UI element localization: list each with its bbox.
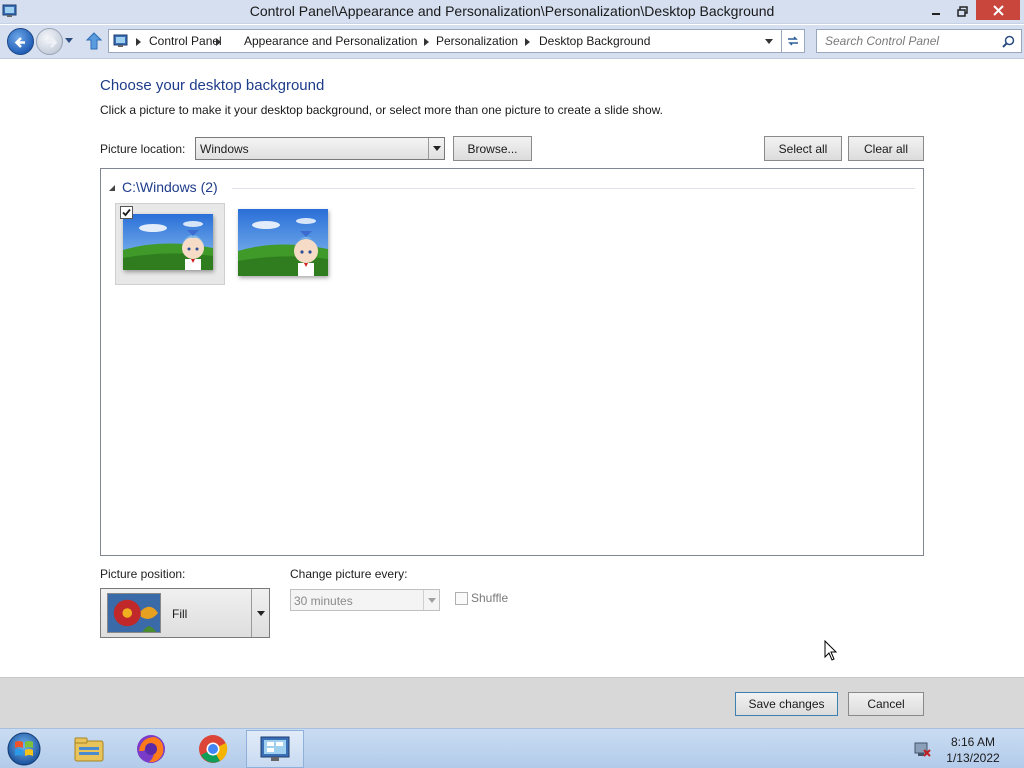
cancel-button[interactable]: Cancel xyxy=(848,692,924,716)
window-title: Control Panel\Appearance and Personaliza… xyxy=(249,3,775,19)
breadcrumb-appearance-personalization[interactable]: Appearance and Personalization xyxy=(244,34,417,48)
restore-button[interactable] xyxy=(950,0,974,22)
shuffle-checkbox xyxy=(455,592,468,605)
forward-arrow-icon xyxy=(47,37,58,48)
dropdown-arrow[interactable] xyxy=(251,589,269,637)
breadcrumb-personalization[interactable]: Personalization xyxy=(436,34,518,48)
breadcrumb-desktop-background[interactable]: Desktop Background xyxy=(539,34,650,48)
back-button[interactable] xyxy=(7,28,34,55)
control-panel-icon xyxy=(260,736,290,761)
breadcrumb-separator-icon[interactable] xyxy=(525,38,530,46)
wallpaper-thumbnail-image xyxy=(123,214,213,270)
start-button[interactable] xyxy=(4,730,44,768)
browse-button[interactable]: Browse... xyxy=(453,136,532,161)
back-arrow-icon xyxy=(14,37,25,48)
breadcrumb-separator-icon[interactable] xyxy=(136,38,141,46)
wallpaper-thumbnail-image xyxy=(238,209,328,276)
taskbar: 8:16 AM 1/13/2022 xyxy=(0,728,1024,768)
file-explorer-icon xyxy=(74,737,104,762)
search-input[interactable] xyxy=(825,33,995,49)
address-bar[interactable]: Control Panel Appearance and Personaliza… xyxy=(108,29,782,53)
command-bar: Save changes Cancel xyxy=(0,677,1024,728)
system-clock[interactable]: 8:16 AM 1/13/2022 xyxy=(940,734,1006,766)
minimize-icon xyxy=(932,13,940,15)
forward-button[interactable] xyxy=(36,28,63,55)
action-center-icon[interactable] xyxy=(913,740,931,758)
chevron-down-icon xyxy=(256,610,265,616)
shuffle-label: Shuffle xyxy=(471,591,509,605)
taskbar-chrome[interactable] xyxy=(184,730,242,768)
breadcrumb-separator-icon[interactable] xyxy=(424,38,429,46)
taskbar-file-explorer[interactable] xyxy=(60,730,118,768)
breadcrumb-control-panel[interactable]: Control Panel xyxy=(149,34,222,48)
dropdown-arrow xyxy=(423,590,439,610)
clock-date: 1/13/2022 xyxy=(946,751,1000,765)
close-button[interactable] xyxy=(976,0,1020,20)
picture-location-label: Picture location: xyxy=(100,142,186,156)
search-icon[interactable] xyxy=(1002,35,1015,48)
page-title: Choose your desktop background xyxy=(100,77,325,94)
picture-thumbnail-selected[interactable] xyxy=(115,203,225,285)
picture-position-value: Fill xyxy=(172,607,188,621)
collapse-group-icon[interactable] xyxy=(109,185,115,191)
fill-preview-image xyxy=(107,593,161,633)
dropdown-arrow[interactable] xyxy=(428,138,444,159)
gallery-group-title[interactable]: C:\Windows (2) xyxy=(122,179,218,195)
picture-thumbnail[interactable] xyxy=(231,203,341,285)
taskbar-control-panel[interactable] xyxy=(246,730,304,768)
chrome-icon xyxy=(199,735,228,763)
restore-icon xyxy=(956,5,968,17)
recent-pages-chevron-icon[interactable] xyxy=(64,37,74,45)
address-history-chevron-icon[interactable] xyxy=(765,39,773,44)
clock-time: 8:16 AM xyxy=(950,735,996,749)
taskbar-firefox[interactable] xyxy=(122,730,180,768)
select-all-button[interactable]: Select all xyxy=(764,136,842,161)
chevron-down-icon xyxy=(432,146,441,151)
change-picture-label: Change picture every: xyxy=(290,567,408,581)
chevron-down-icon xyxy=(427,597,436,603)
clear-all-button[interactable]: Clear all xyxy=(848,136,924,161)
picture-checkbox[interactable] xyxy=(120,206,133,219)
picture-gallery[interactable]: C:\Windows (2) xyxy=(100,168,924,556)
picture-location-dropdown[interactable]: Windows xyxy=(195,137,445,160)
title-bar: Control Panel\Appearance and Personaliza… xyxy=(0,0,1024,24)
navigation-bar: Control Panel Appearance and Personaliza… xyxy=(0,25,1024,59)
picture-location-value: Windows xyxy=(200,142,249,156)
change-interval-dropdown: 30 minutes xyxy=(290,589,440,611)
windows-start-icon xyxy=(7,732,41,766)
firefox-icon xyxy=(137,735,165,763)
page-instructions: Click a picture to make it your desktop … xyxy=(100,103,663,117)
refresh-button[interactable] xyxy=(781,29,805,53)
group-divider xyxy=(232,188,915,189)
control-panel-icon xyxy=(113,34,128,47)
breadcrumb-separator-icon[interactable] xyxy=(216,38,221,46)
picture-position-label: Picture position: xyxy=(100,567,186,581)
save-changes-button[interactable]: Save changes xyxy=(735,692,838,716)
up-arrow-icon[interactable] xyxy=(86,32,102,50)
search-box[interactable] xyxy=(816,29,1022,53)
checkmark-icon xyxy=(122,208,131,217)
mouse-cursor-icon xyxy=(824,640,838,661)
refresh-icon xyxy=(788,36,798,46)
minimize-button[interactable] xyxy=(924,0,948,22)
change-interval-value: 30 minutes xyxy=(294,594,353,608)
picture-position-dropdown[interactable]: Fill xyxy=(100,588,270,638)
close-icon xyxy=(992,4,1004,16)
